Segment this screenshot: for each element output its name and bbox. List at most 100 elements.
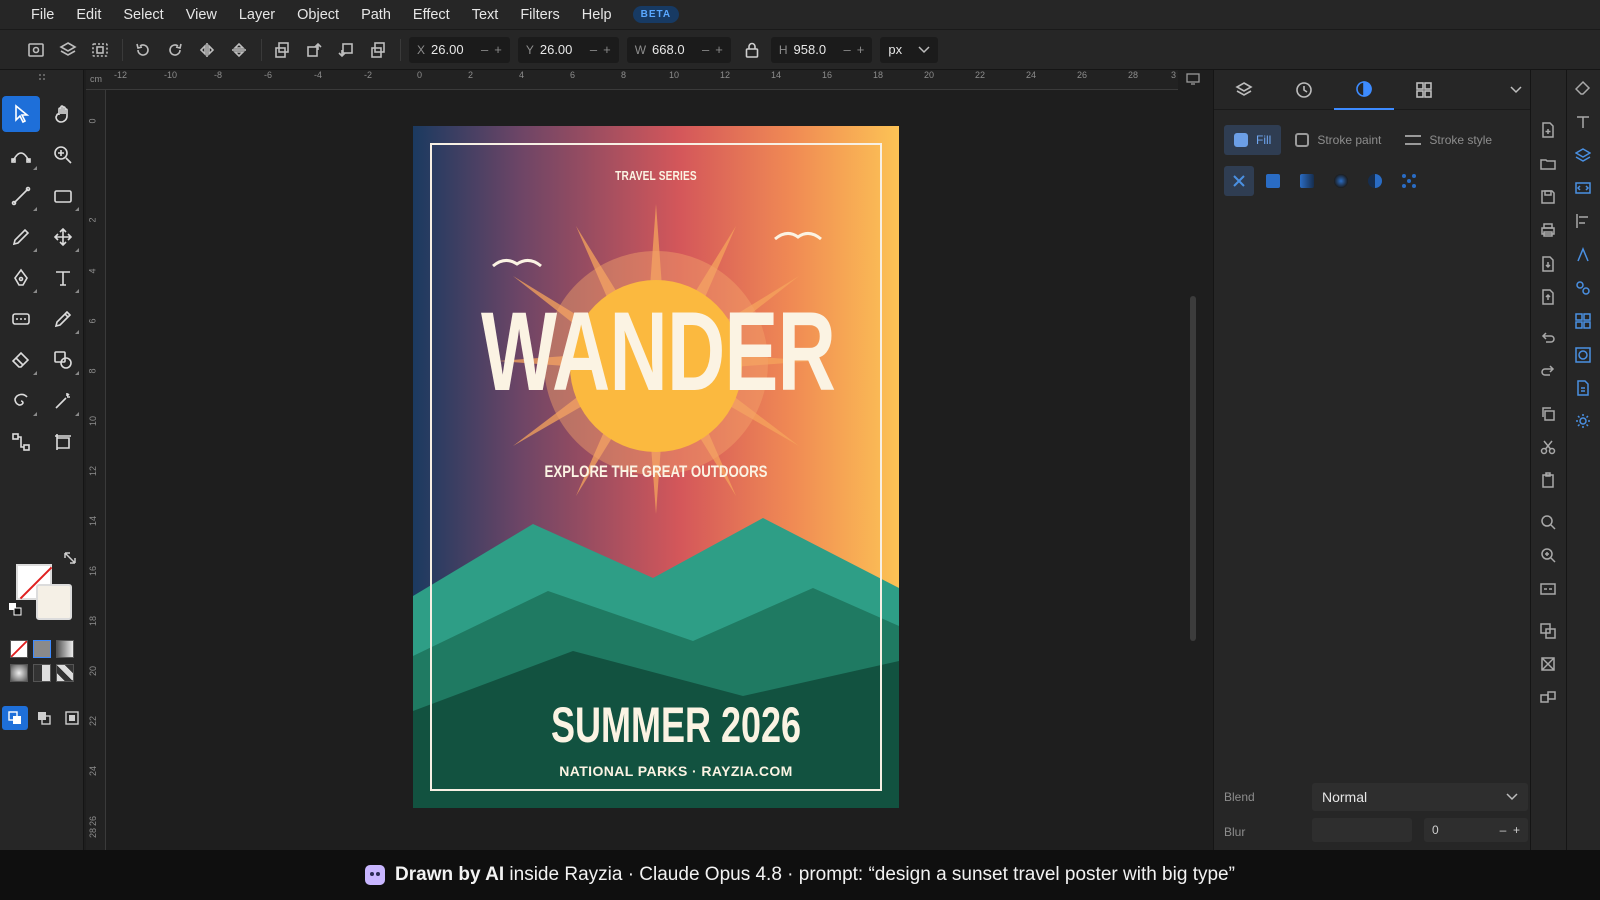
menu-help[interactable]: Help [582, 7, 612, 23]
y-increment-button[interactable]: + [603, 42, 611, 57]
layers-icon[interactable] [56, 38, 80, 62]
shape-builder-tool[interactable] [44, 342, 82, 378]
preferences-icon[interactable] [1575, 413, 1593, 431]
connector-tool[interactable] [2, 424, 40, 460]
y-field[interactable]: Y 26.00 – + [517, 36, 619, 63]
selection-mode-normal[interactable] [2, 706, 28, 730]
width-field[interactable]: W 668.0 – + [626, 36, 731, 63]
line-tool[interactable] [2, 178, 40, 214]
export-icon[interactable] [1540, 289, 1558, 307]
raise-icon[interactable] [302, 38, 326, 62]
spiral-tool[interactable] [2, 383, 40, 419]
rotate-ccw-icon[interactable] [131, 38, 155, 62]
blend-mode-select[interactable]: Normal [1312, 783, 1528, 811]
pattern-button[interactable] [1394, 166, 1424, 196]
tab-layers[interactable] [1214, 70, 1274, 110]
open-folder-icon[interactable] [1540, 156, 1558, 174]
flat-color-button[interactable] [1258, 166, 1288, 196]
lower-icon[interactable] [334, 38, 358, 62]
h-decrement-button[interactable]: – [844, 42, 851, 57]
mesh-gradient-button[interactable] [1360, 166, 1390, 196]
text-frame-tool[interactable] [2, 301, 40, 337]
rectangle-tool[interactable] [44, 178, 82, 214]
menu-text[interactable]: Text [472, 7, 499, 23]
x-field[interactable]: X 26.00 – + [409, 36, 510, 63]
zoom-selection-icon[interactable] [1540, 514, 1558, 532]
x-increment-button[interactable]: + [494, 42, 502, 57]
menu-select[interactable]: Select [123, 7, 163, 23]
poster-tagline[interactable]: EXPLORE THE GREAT OUTDOORS [466, 462, 845, 482]
poster-title[interactable]: WANDER [481, 296, 836, 408]
xml-editor-icon[interactable] [1575, 180, 1593, 198]
paint-flat-swatch[interactable] [33, 640, 51, 658]
font-icon[interactable] [1575, 247, 1593, 265]
page-tool[interactable] [44, 424, 82, 460]
paint-none-swatch[interactable] [10, 640, 28, 658]
tab-stroke-paint[interactable]: Stroke paint [1285, 125, 1391, 155]
eraser-alt-icon[interactable] [1574, 80, 1593, 98]
chevron-down-icon[interactable] [1510, 86, 1522, 94]
w-decrement-button[interactable]: – [702, 42, 709, 57]
raise-to-top-icon[interactable] [270, 38, 294, 62]
transform-tool[interactable] [44, 219, 82, 255]
import-icon[interactable] [1540, 256, 1558, 274]
flip-vertical-icon[interactable] [227, 38, 251, 62]
y-value[interactable]: 26.00 [540, 42, 584, 57]
page-fit-icon[interactable] [24, 38, 48, 62]
w-increment-button[interactable]: + [715, 42, 723, 57]
tab-swatches[interactable] [1394, 70, 1454, 110]
paint-pattern-swatch[interactable] [56, 664, 74, 682]
pencil-tool[interactable] [2, 219, 40, 255]
menu-path[interactable]: Path [361, 7, 391, 23]
cut-icon[interactable] [1540, 439, 1558, 457]
save-icon[interactable] [1540, 189, 1558, 207]
poster-artwork[interactable]: TRAVEL SERIES WANDER EXPLORE THE GREAT O… [413, 126, 899, 808]
eyedropper-tool[interactable] [44, 301, 82, 337]
tab-fill[interactable]: Fill [1224, 125, 1282, 155]
hand-tool[interactable] [44, 96, 82, 132]
fill-swatch[interactable] [36, 584, 72, 620]
blur-slider[interactable] [1312, 818, 1412, 842]
selection-mode-inside[interactable] [60, 706, 84, 730]
poster-footer[interactable]: NATIONAL PARKS · RAYZIA.COM [433, 763, 899, 779]
paint-linear-swatch[interactable] [56, 640, 74, 658]
w-value[interactable]: 668.0 [652, 42, 696, 57]
zoom-page-icon[interactable] [1540, 581, 1558, 599]
text-dialog-icon[interactable] [1575, 114, 1593, 132]
blur-increment[interactable]: + [1513, 823, 1520, 837]
filters-icon[interactable] [1575, 347, 1593, 365]
menu-object[interactable]: Object [297, 7, 339, 23]
radial-gradient-button[interactable] [1326, 166, 1356, 196]
h-increment-button[interactable]: + [857, 42, 865, 57]
x-decrement-button[interactable]: – [481, 42, 488, 57]
blur-stepper[interactable]: – + [1500, 823, 1520, 837]
symbols-icon[interactable] [1575, 313, 1593, 331]
eraser-tool[interactable] [2, 342, 40, 378]
tab-fill-stroke[interactable] [1334, 70, 1394, 110]
undo-icon[interactable] [1540, 330, 1558, 348]
poster-series[interactable]: TRAVEL SERIES [466, 168, 845, 183]
tab-history[interactable] [1274, 70, 1334, 110]
vertical-scrollbar[interactable] [1190, 296, 1196, 641]
display-mode-icon[interactable] [1186, 72, 1200, 86]
poster-event[interactable]: SUMMER 2026 [501, 700, 851, 750]
lower-to-bottom-icon[interactable] [366, 38, 390, 62]
zoom-drawing-icon[interactable] [1540, 547, 1558, 565]
unlink-clone-icon[interactable] [1540, 689, 1558, 707]
paint-radial-swatch[interactable] [10, 664, 28, 682]
duplicate-icon[interactable] [1540, 623, 1558, 641]
y-decrement-button[interactable]: – [590, 42, 597, 57]
zoom-tool[interactable] [44, 137, 82, 173]
paste-icon[interactable] [1540, 472, 1558, 490]
swap-colors-icon[interactable] [62, 550, 78, 566]
lock-ratio-icon[interactable] [741, 39, 763, 61]
document-properties-icon[interactable] [1575, 380, 1593, 398]
height-field[interactable]: H 958.0 – + [770, 36, 873, 63]
layers-dialog-icon[interactable] [1574, 147, 1593, 165]
copy-icon[interactable] [1540, 406, 1558, 424]
no-paint-button[interactable] [1224, 166, 1254, 196]
blur-input[interactable]: 0 – + [1424, 818, 1528, 842]
paint-conic-swatch[interactable] [33, 664, 51, 682]
redo-icon[interactable] [1540, 363, 1558, 381]
path-effects-icon[interactable] [1575, 280, 1593, 298]
